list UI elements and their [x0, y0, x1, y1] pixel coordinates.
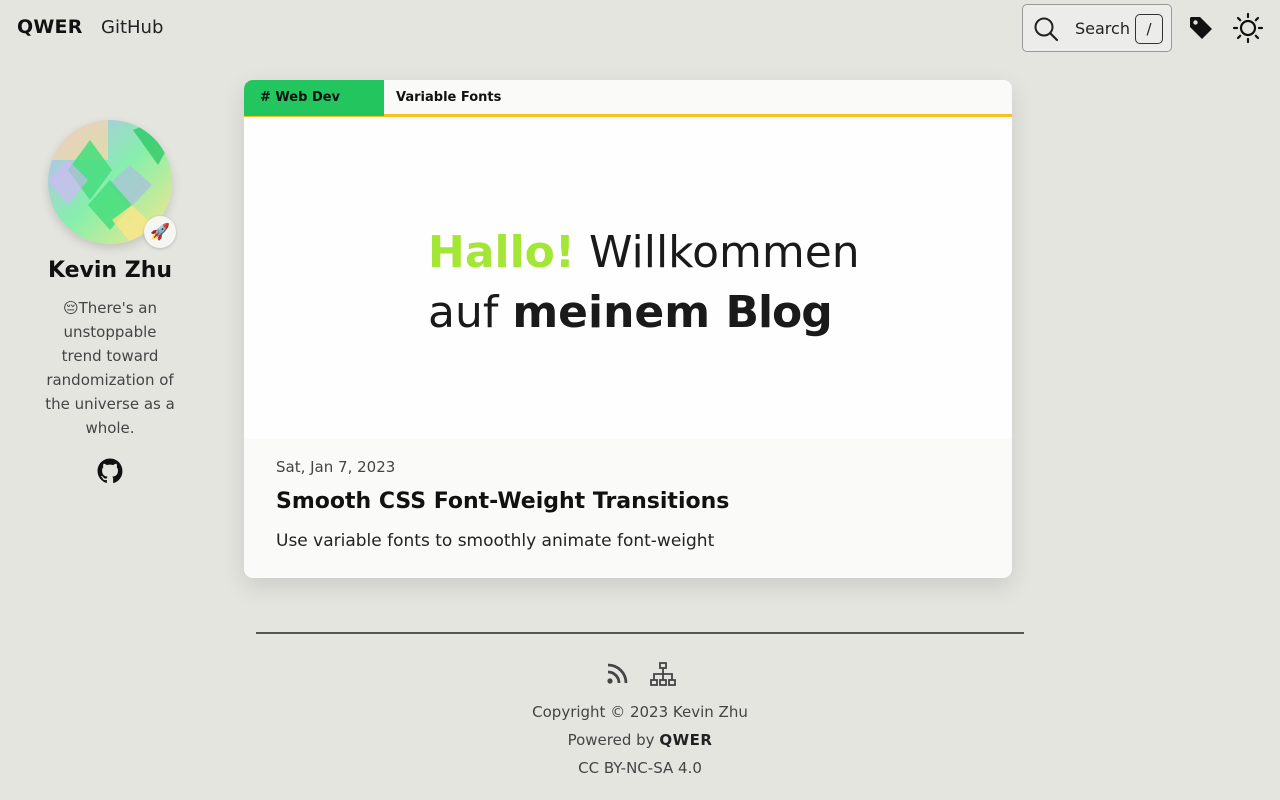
post-date: Sat, Jan 7, 2023 [276, 458, 396, 476]
hero-line-2-a: auf [428, 287, 513, 338]
rss-icon[interactable] [606, 663, 628, 685]
hero-highlight-text: Hallo! [428, 227, 575, 278]
github-icon[interactable] [97, 458, 123, 484]
footer-copyright: Copyright © 2023 Kevin Zhu [532, 703, 748, 721]
hero-line-2-b: meinem [512, 287, 726, 338]
author-bio: 😔There's an unstoppable trend toward ran… [45, 299, 175, 437]
nav-link-github[interactable]: GitHub [101, 17, 163, 38]
hero-line-1: Hallo! Willkommen [428, 227, 860, 278]
post-tag[interactable]: Variable Fonts [396, 80, 501, 116]
hero-line-2-c: Blog [725, 287, 832, 338]
footer-divider [256, 632, 1024, 634]
footer-license[interactable]: CC BY-NC-SA 4.0 [256, 759, 1024, 777]
search-label: Search [1075, 19, 1130, 38]
powered-by-qwer-link[interactable]: QWER [659, 731, 712, 749]
post-description: Use variable fonts to smoothly animate f… [276, 531, 715, 551]
search-icon [1034, 17, 1059, 42]
search-shortcut-key: / [1135, 14, 1163, 44]
sitemap-icon[interactable] [650, 661, 676, 687]
avatar-status-badge: 🚀 [144, 216, 176, 248]
post-tags-bar: # Web Dev Series Variable Fonts [244, 80, 1012, 141]
hero-line-2: auf meinem Blog [428, 287, 833, 338]
post-card[interactable]: # Web Dev Series Variable Fonts Hallo! W… [244, 80, 1012, 578]
post-hero-image[interactable]: Hallo! Willkommen auf meinem Blog [244, 119, 1012, 439]
brand-logo-link[interactable]: QWER [17, 16, 83, 38]
series-tag[interactable]: # Web Dev Series [244, 80, 384, 141]
powered-by-prefix: Powered by [567, 731, 660, 749]
post-title-link[interactable]: Smooth CSS Font-Weight Transitions [276, 489, 729, 514]
hero-line-1-rest: Willkommen [574, 227, 860, 278]
theme-toggle-sun-icon[interactable] [1232, 12, 1264, 44]
top-header: QWER GitHub Search / [0, 0, 1280, 56]
tags-icon[interactable] [1187, 14, 1215, 42]
author-name: Kevin Zhu [47, 258, 173, 283]
search-button[interactable]: Search / [1022, 4, 1172, 52]
avatar-container: 🚀 [48, 120, 176, 248]
footer-powered-by: Powered by QWER [256, 731, 1024, 749]
